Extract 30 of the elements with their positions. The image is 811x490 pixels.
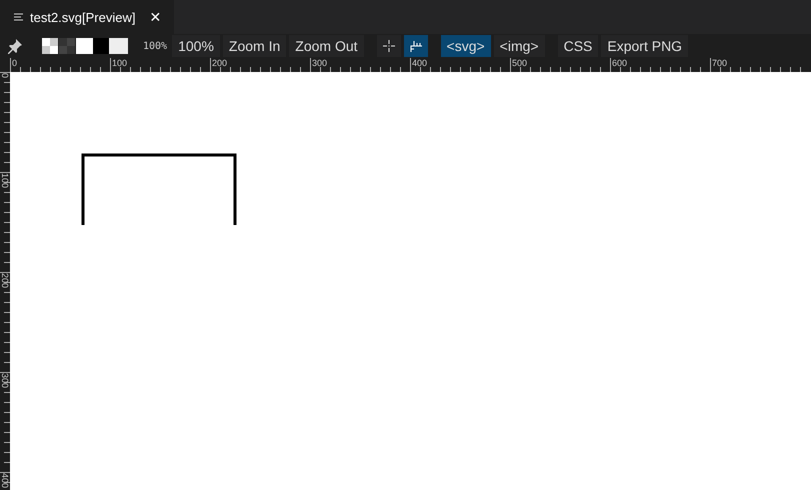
- pin-icon[interactable]: [7, 38, 23, 54]
- close-button[interactable]: ✕: [150, 9, 162, 25]
- ruler-label: 100: [112, 58, 128, 68]
- toolbar-button[interactable]: Zoom In: [222, 35, 286, 57]
- toolbar-button[interactable]: 100%: [172, 35, 220, 57]
- ruler-label: 500: [512, 58, 528, 68]
- toolbar-button[interactable]: Export PNG: [601, 35, 688, 57]
- ruler-label: 400: [412, 58, 428, 68]
- lines-icon: [14, 12, 24, 22]
- ruler-label: 400: [0, 473, 9, 488]
- ruler-label: 300: [0, 373, 9, 388]
- toolbar-button[interactable]: CSS: [558, 35, 598, 57]
- crosshair-icon: [382, 40, 395, 52]
- ruler-label: 700: [712, 58, 728, 68]
- zoom-reading: 100%: [143, 40, 168, 52]
- ruler-label: 300: [312, 58, 328, 68]
- background-swatches-icon[interactable]: [42, 38, 128, 54]
- ruler-label: 100: [0, 173, 9, 188]
- editor-tab[interactable]: test2.svg[Preview] ✕: [0, 0, 174, 34]
- ruler-toggle-button[interactable]: [404, 35, 428, 57]
- ruler-label: 600: [612, 58, 628, 68]
- toolbar-button[interactable]: <img>: [494, 35, 545, 57]
- toolbar-button[interactable]: Zoom Out: [289, 35, 364, 57]
- ruler-label: 200: [212, 58, 228, 68]
- ruler-label: 0: [0, 73, 9, 78]
- ruler-icon: [410, 40, 422, 52]
- toolbar-button[interactable]: <svg>: [440, 35, 491, 57]
- crosshair-button[interactable]: [376, 35, 401, 57]
- ruler-label: 200: [0, 273, 9, 288]
- ruler-label: 0: [12, 58, 18, 68]
